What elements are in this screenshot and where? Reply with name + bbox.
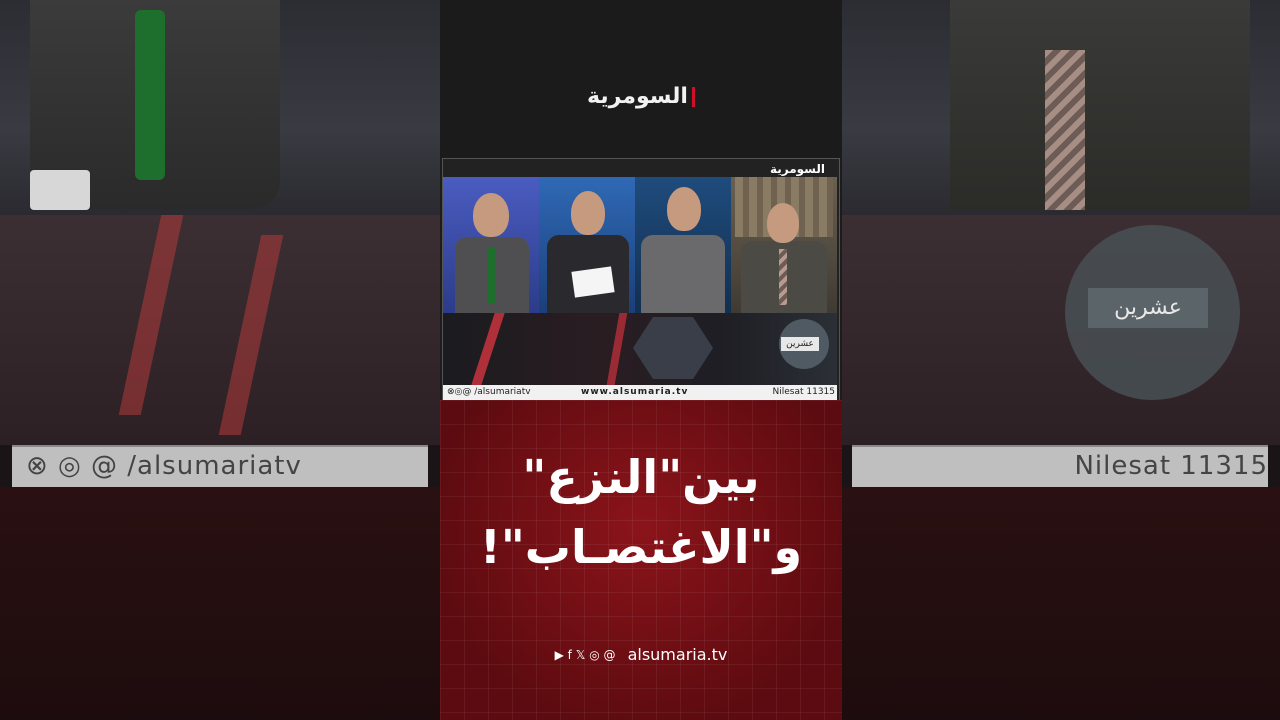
strip-satellite: Nilesat 11315 <box>1074 451 1268 481</box>
program-tag: عشرين <box>781 337 819 351</box>
hexagon-shape <box>633 317 713 379</box>
guest-face <box>473 193 509 237</box>
lower-blur <box>0 487 440 720</box>
guest-face <box>767 203 799 243</box>
host-paper <box>571 266 615 298</box>
lower-blur <box>840 487 1280 720</box>
host-face <box>571 191 605 235</box>
guest-tie <box>779 249 787 305</box>
ticker-strip-blur: ⊗ ◎ @ /alsumariatv <box>12 445 428 489</box>
guest-panel <box>443 177 539 313</box>
program-tag-blur: عشرين <box>1088 288 1208 328</box>
guest-panel <box>635 177 731 313</box>
red-shape <box>218 235 284 435</box>
social-icons[interactable]: ▶ f 𝕏 ◎ @ <box>555 648 616 662</box>
shorts-card[interactable]: السومرية السومرية عشرين ⊗◎@ /alsumariatv… <box>440 0 842 720</box>
brand-logo-text: السومرية <box>587 84 688 109</box>
headline-line-1: بين"النزع" <box>522 450 760 504</box>
ticker-bar: ⊗◎@ /alsumariatv www.alsumaria.tv Nilesa… <box>443 385 837 400</box>
red-shape <box>471 313 505 385</box>
logo-accent-bar <box>691 87 695 107</box>
tie-blur <box>1045 50 1085 210</box>
ticker-satellite: Nilesat 11315 <box>772 387 836 397</box>
guest-body <box>641 235 725 313</box>
headline-line-2: و"الاغتصـاب"! <box>479 520 803 574</box>
red-shape <box>606 313 628 385</box>
guest-panel <box>731 177 837 313</box>
video-frame[interactable]: السومرية عشرين ⊗◎@ /alsumariatv www.alsu… <box>442 158 840 402</box>
studio-graphic: عشرين <box>443 313 837 385</box>
ticker-url: www.alsumaria.tv <box>581 387 689 397</box>
video-overlay-logo: السومرية <box>769 162 825 176</box>
host-panel <box>539 177 635 313</box>
chair-blur <box>30 170 90 210</box>
red-shape <box>118 215 184 415</box>
ticker-strip-blur: Nilesat 11315 <box>852 445 1268 489</box>
brand-logo: السومرية <box>440 84 842 109</box>
background-left: ⊗ ◎ @ /alsumariatv <box>0 0 440 720</box>
card-header <box>440 0 842 158</box>
guest-blur <box>950 0 1250 210</box>
site-url[interactable]: alsumaria.tv <box>628 645 728 664</box>
ticker-handle: ⊗◎@ /alsumariatv <box>447 387 531 397</box>
tie-blur <box>135 10 165 180</box>
strip-handle: ⊗ ◎ @ /alsumariatv <box>26 451 302 481</box>
social-footer: ▶ f 𝕏 ◎ @ alsumaria.tv <box>440 644 842 664</box>
guest-tie <box>487 247 495 303</box>
guest-face <box>667 187 701 231</box>
background-right: عشرين Nilesat 11315 <box>840 0 1280 720</box>
scene-blur <box>0 215 440 445</box>
